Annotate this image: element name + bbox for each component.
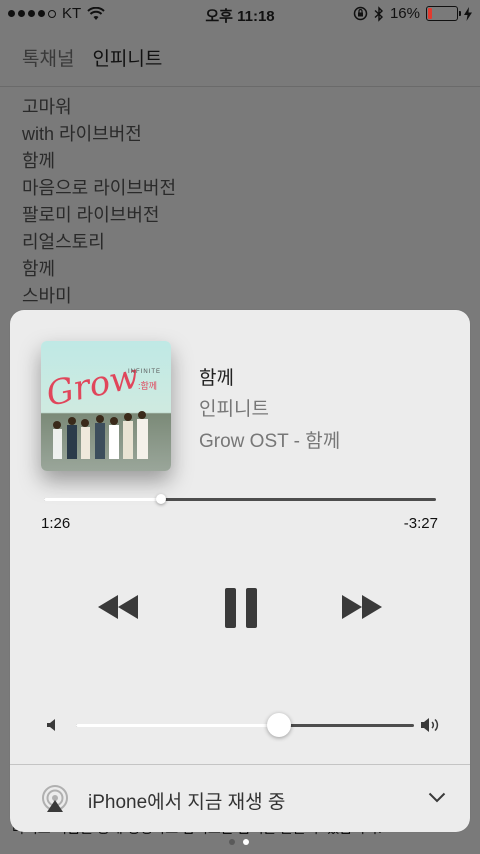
volume-high-icon bbox=[421, 718, 439, 732]
list-item[interactable]: 함께 bbox=[22, 148, 176, 175]
airplay-label: iPhone에서 지금 재생 중 bbox=[88, 792, 286, 813]
rewind-icon[interactable] bbox=[96, 593, 140, 621]
list-item[interactable]: 마음으로 라이브버전 bbox=[22, 175, 176, 202]
fast-forward-icon[interactable] bbox=[340, 593, 384, 621]
list-item[interactable]: with 라이브버전 bbox=[22, 121, 176, 148]
page-indicator bbox=[229, 839, 249, 845]
remaining-time: -3:27 bbox=[403, 515, 438, 532]
page-dot-current[interactable] bbox=[243, 839, 249, 845]
elapsed-time: 1:26 bbox=[41, 515, 71, 532]
page-title: 인피니트 bbox=[92, 49, 163, 70]
list-item[interactable]: 팔로미 라이브버전 bbox=[22, 202, 176, 229]
header-divider bbox=[0, 86, 480, 87]
channel-header: 톡채널 인피니트 bbox=[22, 44, 162, 71]
album-art-brand: INFINITE bbox=[128, 369, 161, 375]
back-link[interactable]: 톡채널 bbox=[22, 44, 74, 71]
volume-slider[interactable] bbox=[46, 713, 442, 737]
charging-bolt-icon bbox=[464, 6, 472, 21]
scrubber-progress bbox=[44, 498, 161, 501]
status-right: 16% bbox=[353, 5, 472, 22]
track-title: 함께 bbox=[199, 368, 234, 389]
scrubber-thumb[interactable] bbox=[156, 494, 166, 504]
album-art-logo: Grow bbox=[43, 356, 142, 414]
page-dot[interactable] bbox=[229, 839, 235, 845]
list-item[interactable]: 스바미 bbox=[22, 283, 176, 310]
now-playing-sheet: Grow INFINITE :함께 함께 인피니트 Grow OST - 함께 … bbox=[10, 310, 470, 832]
volume-level bbox=[76, 724, 279, 727]
volume-thumb[interactable] bbox=[267, 713, 291, 737]
playback-scrubber[interactable] bbox=[44, 494, 436, 504]
pause-icon[interactable] bbox=[224, 587, 258, 629]
rotation-lock-icon bbox=[353, 6, 368, 21]
bluetooth-icon bbox=[374, 5, 383, 22]
volume-low-icon bbox=[47, 719, 55, 731]
track-album: Grow OST - 함께 bbox=[199, 431, 341, 452]
album-art: Grow INFINITE :함께 bbox=[41, 341, 171, 471]
battery-percent: 16% bbox=[389, 5, 420, 22]
album-art-subtitle: :함께 bbox=[137, 381, 157, 391]
album-art-people bbox=[53, 411, 148, 459]
list-item[interactable]: 고마워 bbox=[22, 94, 176, 121]
list-item[interactable]: 리얼스토리 bbox=[22, 229, 176, 256]
chevron-down-icon[interactable] bbox=[428, 792, 446, 803]
airplay-icon bbox=[42, 785, 68, 812]
track-artist: 인피니트 bbox=[199, 399, 269, 420]
battery-icon bbox=[426, 6, 461, 21]
song-list: 고마워 with 라이브버전 함께 마음으로 라이브버전 팔로미 라이브버전 리… bbox=[22, 94, 176, 310]
status-bar: KT 오후 11:18 16% bbox=[0, 0, 480, 28]
list-item[interactable]: 함께 bbox=[22, 256, 176, 283]
airplay-row[interactable]: iPhone에서 지금 재생 중 bbox=[10, 764, 470, 832]
